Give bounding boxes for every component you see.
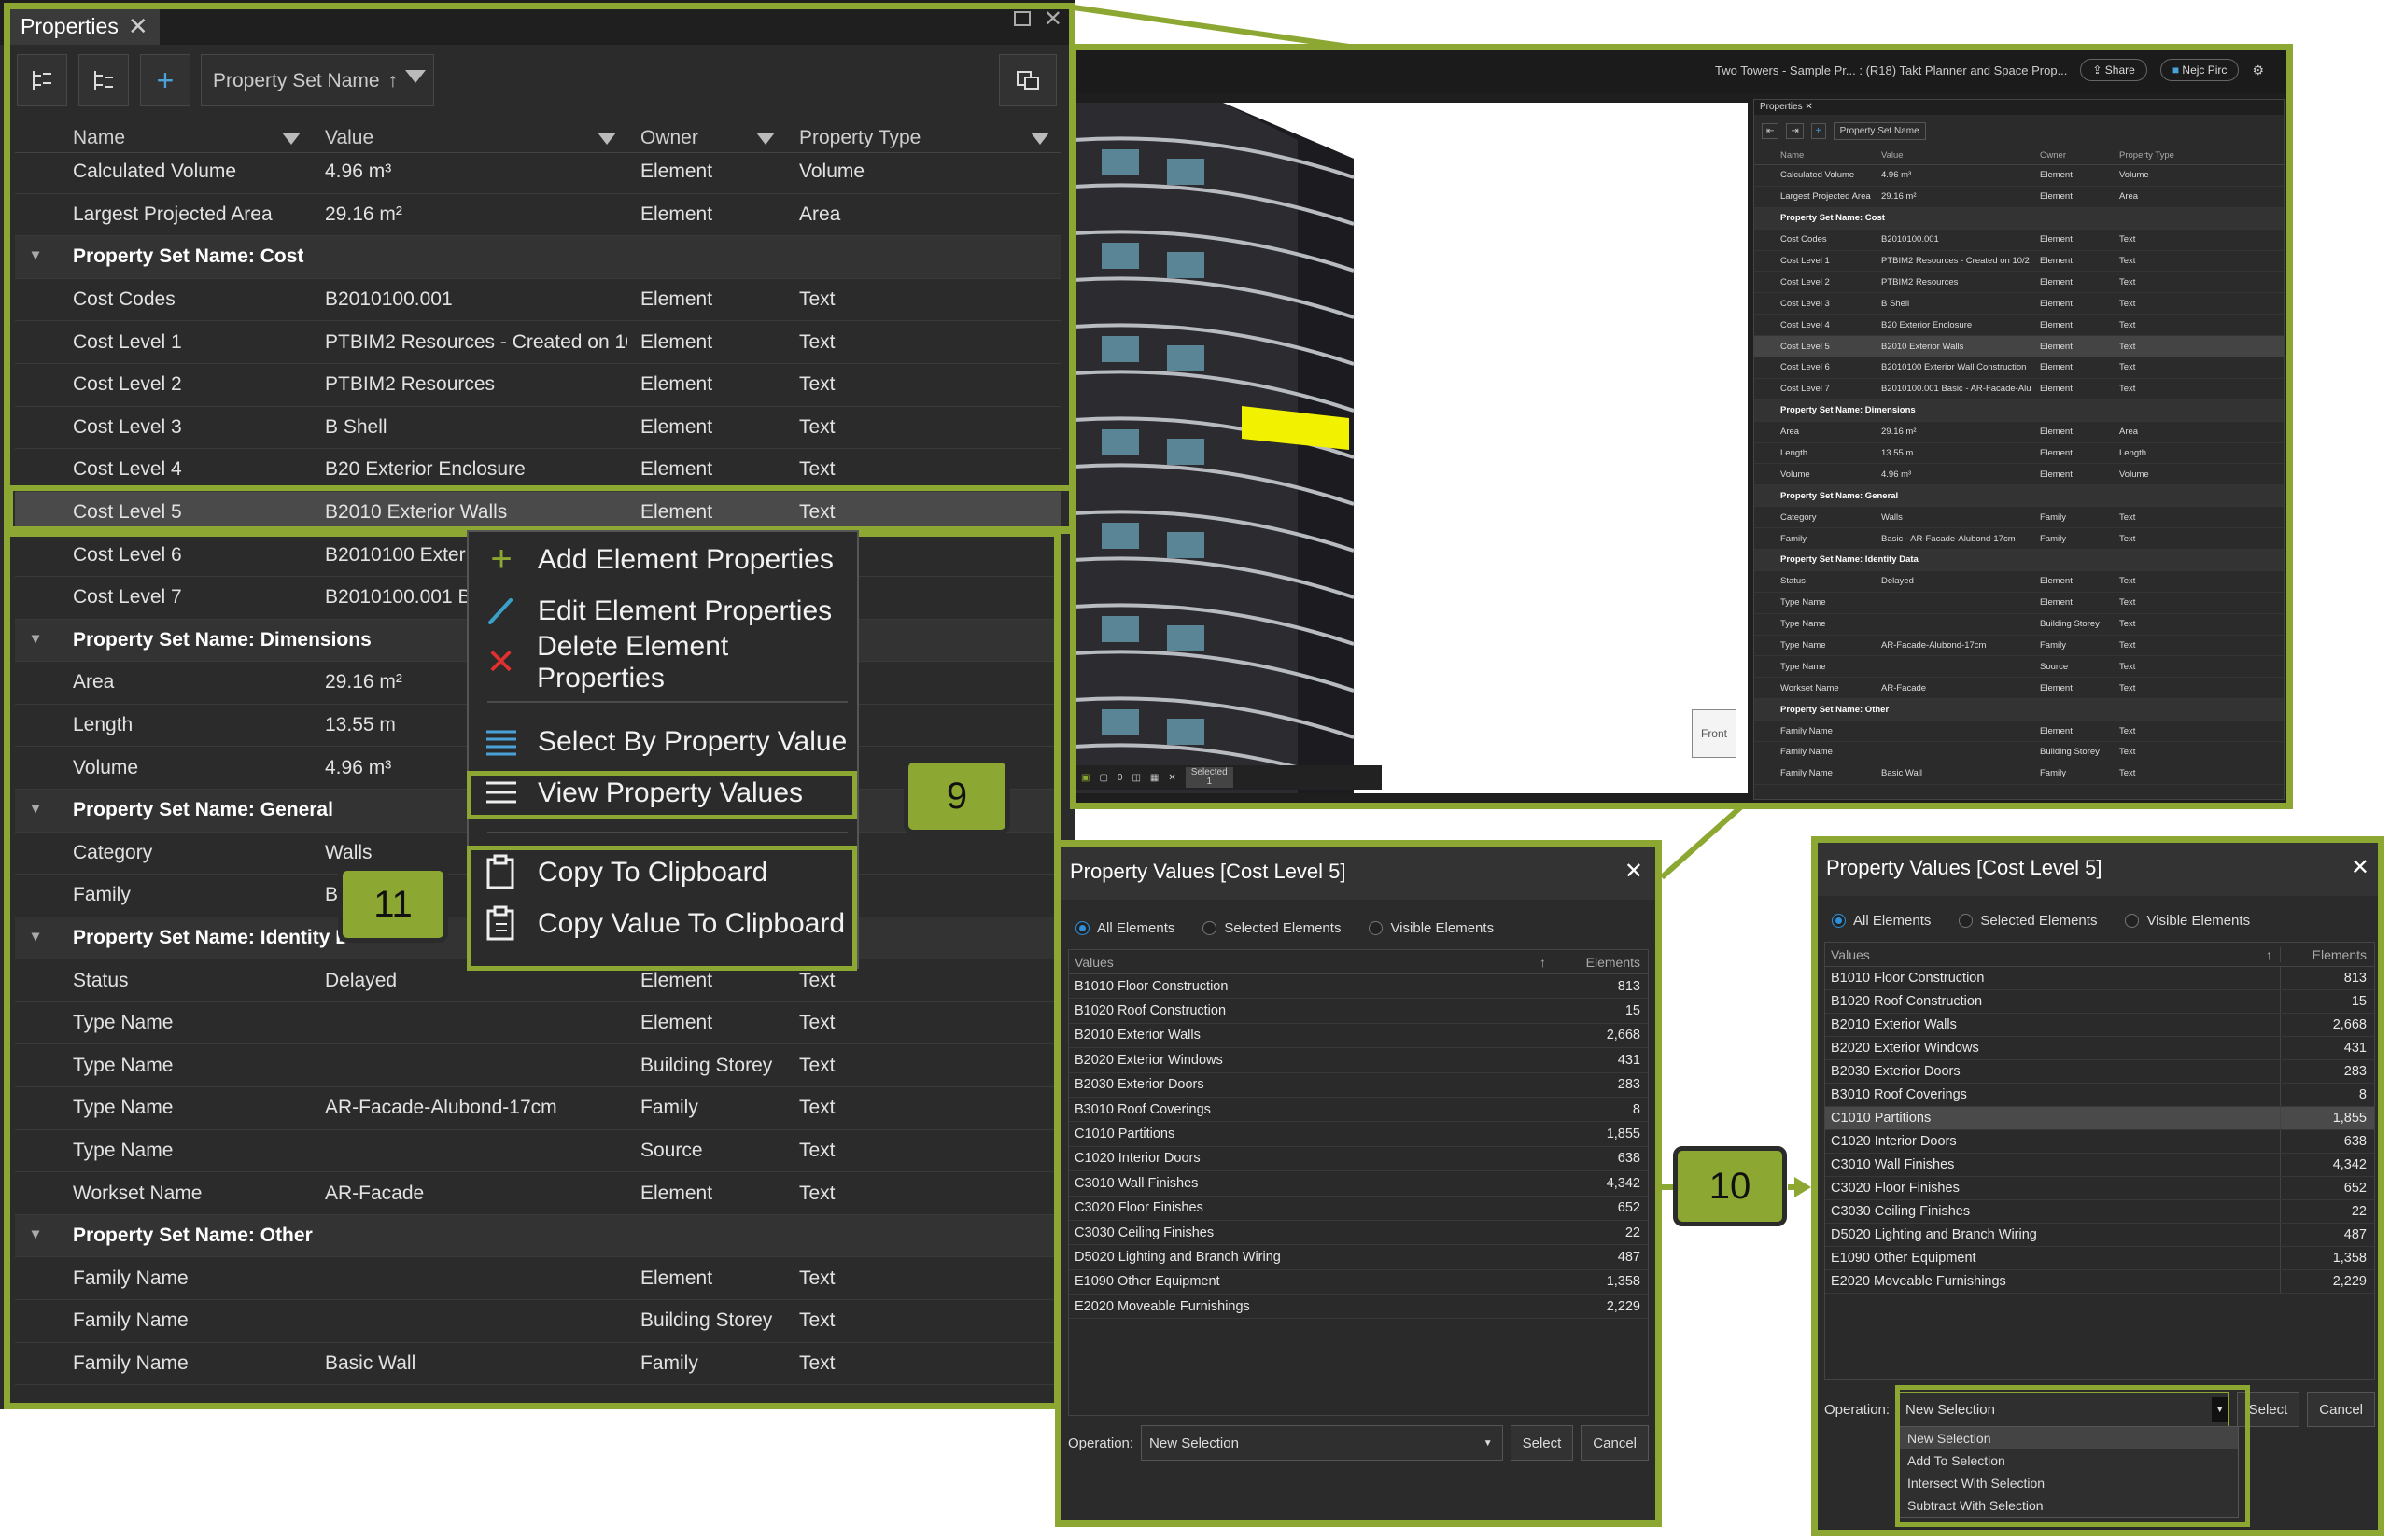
highlight-frame-app <box>1070 44 2293 809</box>
highlight-frame-dialog1 <box>1055 840 1662 1527</box>
delete-x-icon: ✕ <box>485 643 516 682</box>
highlight-frame-top <box>4 3 1076 533</box>
badge-11-label: 11 <box>373 883 413 925</box>
list-select-icon <box>482 728 521 756</box>
menu-add-label: Add Element Properties <box>538 543 834 575</box>
menu-separator <box>487 701 848 703</box>
menu-separator <box>487 832 848 833</box>
menu-edit-label: Edit Element Properties <box>538 595 833 626</box>
menu-edit-element-properties[interactable]: Edit Element Properties <box>469 585 857 637</box>
menu-select-by-label: Select By Property Value <box>538 725 848 757</box>
highlight-dropdown <box>1895 1385 2250 1527</box>
badge-9-label: 9 <box>946 775 968 817</box>
highlight-frame-selected-row <box>7 485 1076 534</box>
menu-delete-element-properties[interactable]: ✕ Delete Element Properties <box>469 631 857 693</box>
menu-delete-label: Delete Element Properties <box>537 630 729 693</box>
step-badge-10: 10 <box>1673 1146 1787 1226</box>
step-badge-9: 9 <box>904 758 1010 834</box>
highlight-copy-items <box>467 846 857 971</box>
highlight-view-values <box>467 771 857 819</box>
pencil-icon <box>482 595 521 628</box>
plus-icon: + <box>490 539 513 580</box>
menu-add-element-properties[interactable]: + Add Element Properties <box>469 534 857 585</box>
menu-select-by-property-value[interactable]: Select By Property Value <box>469 716 857 767</box>
badge-10-label: 10 <box>1708 1165 1751 1207</box>
step-badge-11: 11 <box>338 866 448 943</box>
